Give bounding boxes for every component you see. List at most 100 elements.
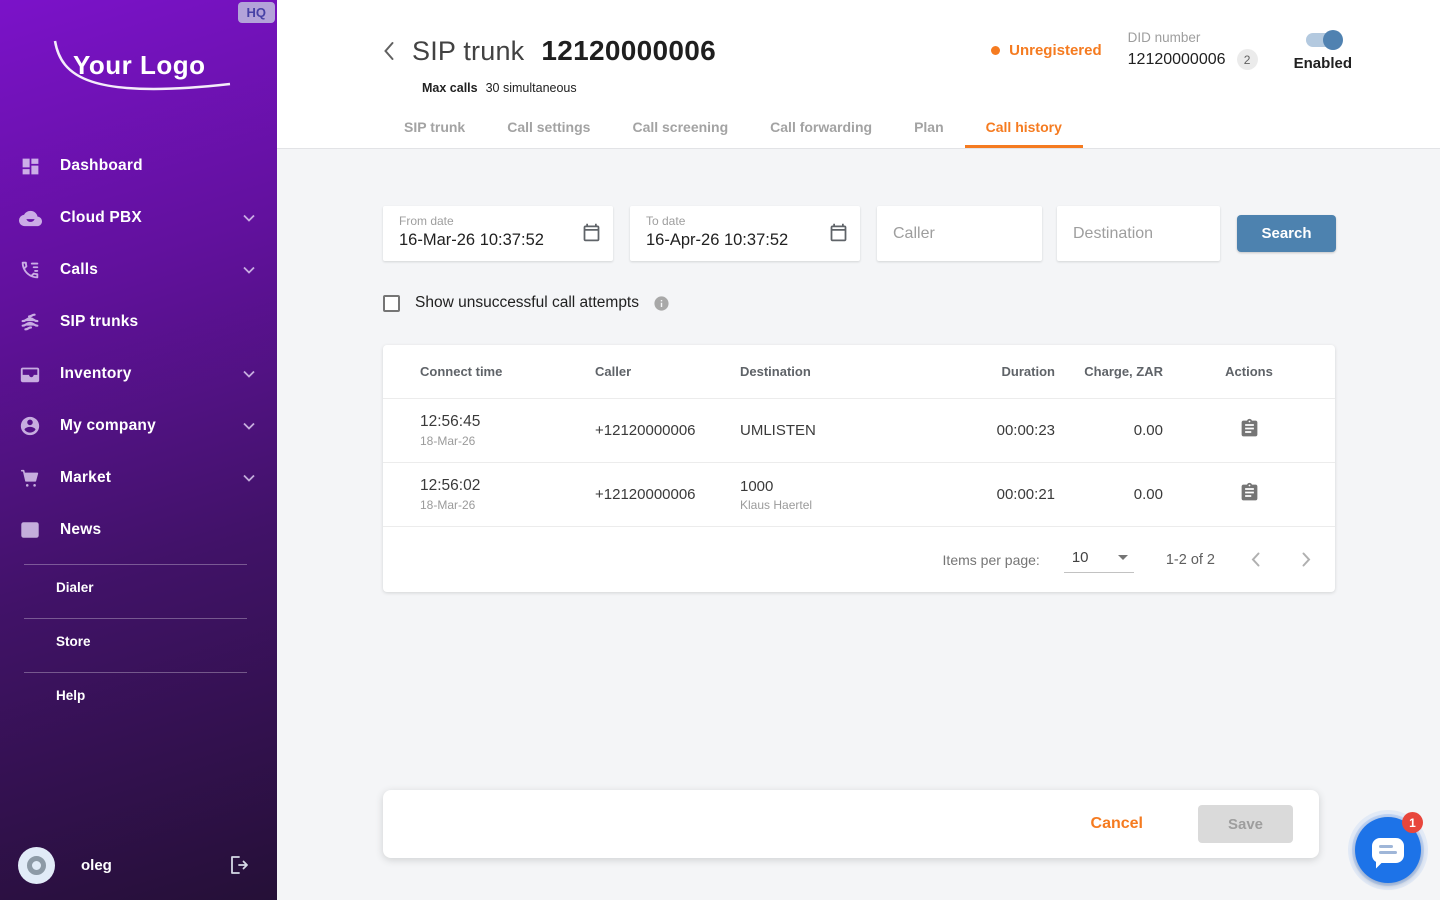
items-per-page-select[interactable]: 10 [1064,547,1134,573]
tab-bar: SIP trunk Call settings Call screening C… [383,110,1440,148]
table-row: 12:56:02 18-Mar-26 +12120000006 1000 Kla… [383,462,1335,526]
logout-icon[interactable] [225,854,249,876]
sidebar-item-sip-trunks[interactable]: SIP trunks [0,296,277,348]
toggle-thumb [1323,30,1343,50]
chat-bubble-icon [1372,838,1404,863]
cloud-icon [18,206,42,230]
chevron-down-icon [243,365,255,383]
status-badge: Unregistered [991,42,1102,59]
inventory-icon [18,362,42,386]
col-actions: Actions [1163,364,1335,379]
connect-time: 12:56:02 [420,477,595,495]
sidebar-item-market[interactable]: Market [0,452,277,504]
filters-row: From date 16-Mar-26 10:37:52 To date 16-… [383,206,1440,261]
back-button[interactable] [383,41,395,61]
charge-value: 0.00 [1055,486,1163,503]
did-count-badge[interactable]: 2 [1237,49,1258,70]
calendar-icon[interactable] [828,222,849,248]
dropdown-caret-icon [1118,555,1128,560]
did-number-block: DID number 12120000006 2 [1128,30,1268,70]
sidebar-item-inventory[interactable]: Inventory [0,348,277,400]
sidebar-item-calls[interactable]: Calls [0,244,277,296]
info-icon[interactable] [653,295,670,312]
page-range: 1-2 of 2 [1166,552,1215,568]
did-label: DID number [1128,30,1268,45]
tab-call-screening[interactable]: Call screening [611,110,749,148]
trunk-number: 12120000006 [541,35,716,67]
destination-name: Klaus Haertel [740,498,980,512]
from-date-value: 16-Mar-26 10:37:52 [399,231,569,250]
logo-text: Your Logo [73,50,206,81]
tab-plan[interactable]: Plan [893,110,965,148]
avatar[interactable] [18,847,55,884]
page-title: SIP trunk [412,36,524,67]
call-details-icon[interactable] [1239,418,1260,439]
sidebar-item-label: Dashboard [60,157,143,175]
calendar-icon[interactable] [581,222,602,248]
sidebar-item-store[interactable]: Store [0,619,277,664]
call-history-table: Connect time Caller Destination Duration… [383,345,1335,592]
col-duration: Duration [980,364,1055,379]
sidebar-item-help[interactable]: Help [0,673,277,718]
tab-call-settings[interactable]: Call settings [486,110,611,148]
enabled-toggle[interactable] [1306,33,1340,47]
user-name: oleg [81,857,112,874]
to-date-field[interactable]: To date 16-Apr-26 10:37:52 [630,206,860,261]
max-calls: Max calls30 simultaneous [277,81,1440,95]
tab-call-history[interactable]: Call history [965,110,1083,148]
from-date-field[interactable]: From date 16-Mar-26 10:37:52 [383,206,613,261]
sidebar-item-cloud-pbx[interactable]: Cloud PBX [0,192,277,244]
col-connect-time: Connect time [420,364,595,379]
pagination: Items per page: 10 1-2 of 2 [383,526,1335,592]
sidebar-item-label: Market [60,469,111,487]
connect-date: 18-Mar-26 [420,434,595,448]
did-value: 12120000006 [1128,51,1226,69]
destination-filter [1057,206,1220,261]
sidebar: HQ Your Logo Dashboard Cloud PBX [0,0,277,900]
cancel-button[interactable]: Cancel [1091,815,1143,833]
destination-value: UMLISTEN [740,422,980,439]
sidebar-item-dialer[interactable]: Dialer [0,565,277,610]
destination-value: 1000 [740,478,980,495]
sidebar-item-news[interactable]: News [0,504,277,556]
to-date-value: 16-Apr-26 10:37:52 [646,231,816,250]
next-page-button[interactable] [1296,546,1317,573]
prev-page-button[interactable] [1245,546,1266,573]
sidebar-item-my-company[interactable]: My company [0,400,277,452]
sidebar-item-label: Calls [60,261,98,279]
search-button[interactable]: Search [1237,215,1336,252]
items-per-page-label: Items per page: [943,552,1040,568]
caller-input[interactable] [877,206,1042,261]
from-date-label: From date [399,214,569,228]
items-per-page-value: 10 [1072,549,1089,566]
company-icon [18,414,42,438]
call-details-icon[interactable] [1239,482,1260,503]
destination-input[interactable] [1057,206,1220,261]
chevron-down-icon [243,209,255,227]
calls-icon [18,258,42,282]
tab-call-forwarding[interactable]: Call forwarding [749,110,893,148]
col-destination: Destination [740,364,980,379]
sidebar-item-label: SIP trunks [60,313,138,331]
chat-button[interactable]: 1 [1355,817,1421,883]
max-calls-value: 30 simultaneous [486,81,577,95]
caller-number: +12120000006 [595,486,740,503]
page-header: SIP trunk 12120000006 Unregistered DID n… [277,0,1440,149]
avatar-ring [27,856,46,875]
save-button[interactable]: Save [1198,805,1293,843]
connect-date: 18-Mar-26 [420,498,595,512]
user-row: oleg [0,838,277,900]
sidebar-item-dashboard[interactable]: Dashboard [0,140,277,192]
hq-badge: HQ [238,2,276,23]
news-icon [18,518,42,542]
show-unsuccessful-checkbox[interactable] [383,295,400,312]
chevron-down-icon [243,261,255,279]
connect-time: 12:56:45 [420,413,595,431]
to-date-label: To date [646,214,816,228]
chevron-down-icon [243,417,255,435]
duration-value: 00:00:23 [980,422,1055,439]
tab-sip-trunk[interactable]: SIP trunk [383,110,486,148]
chat-unread-badge: 1 [1402,812,1423,833]
form-actions-bar: Cancel Save [383,790,1319,858]
logo: Your Logo [45,38,240,116]
